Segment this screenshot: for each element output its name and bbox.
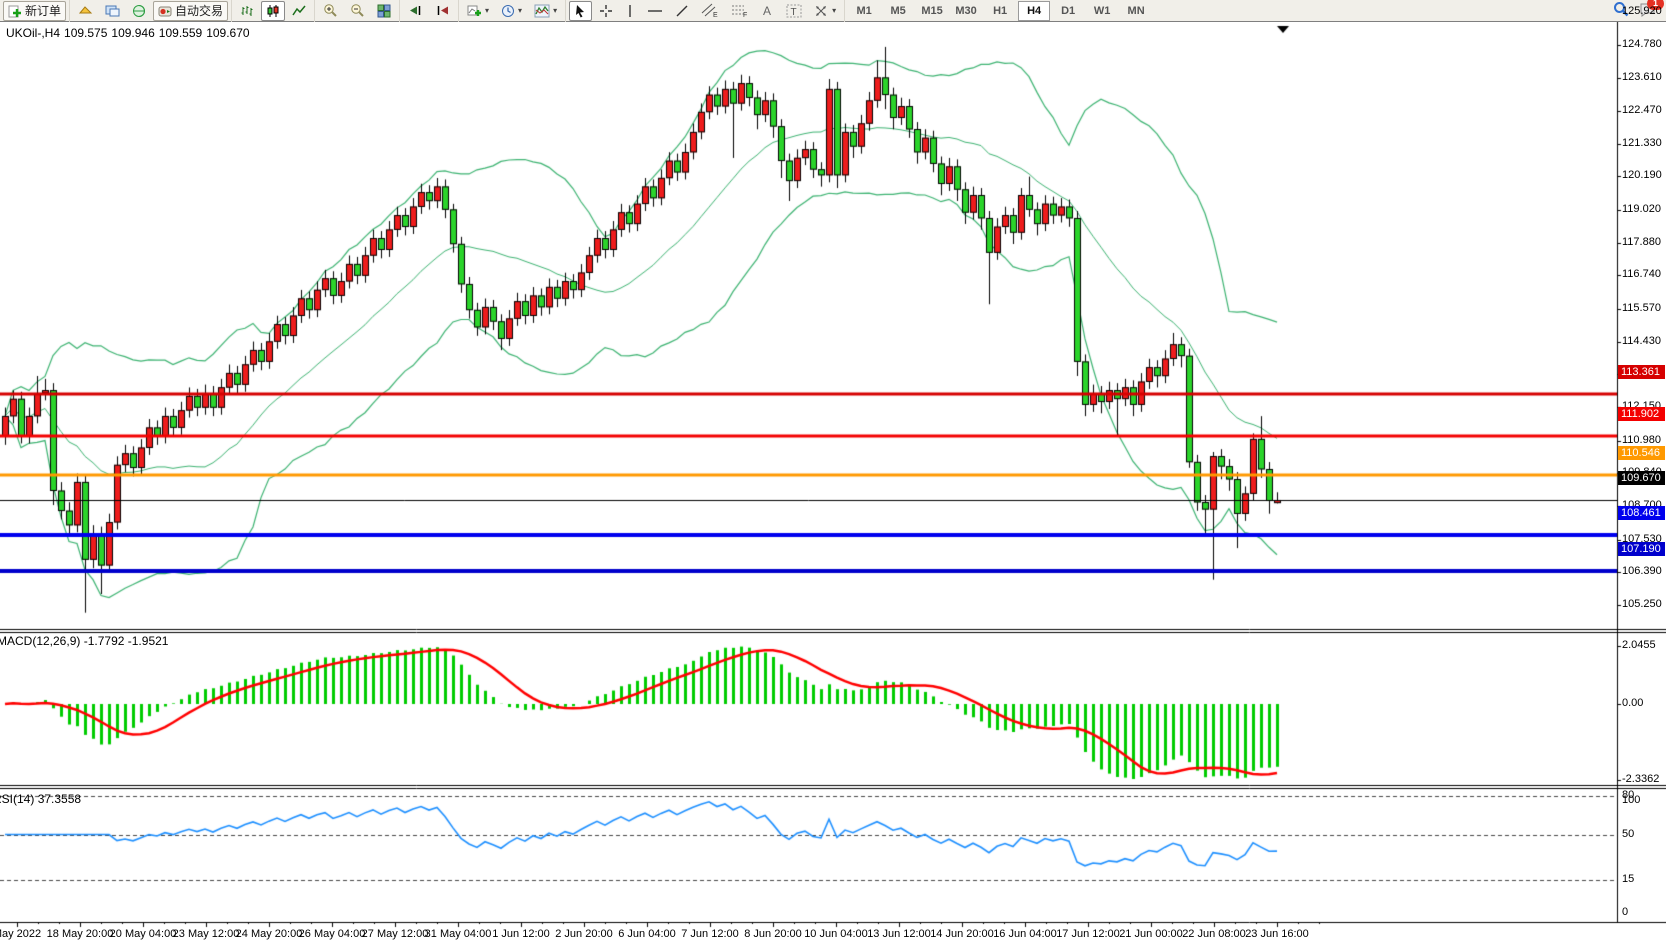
autotrading-icon (158, 4, 172, 18)
data-window-icon (105, 4, 120, 17)
trendline-tool-button[interactable] (670, 1, 694, 21)
fibonacci-tool-button[interactable]: F (726, 1, 754, 21)
svg-text:T: T (791, 7, 797, 18)
new-chart-button[interactable]: ▾ (462, 1, 494, 21)
arrows-icon (814, 4, 829, 18)
timeframe-button-m5[interactable]: M5 (882, 1, 914, 21)
chart-type-group (231, 0, 314, 22)
chat-button[interactable]: 1 (1639, 2, 1656, 20)
navigator-button[interactable] (127, 1, 151, 21)
candlestick-chart-icon (266, 4, 280, 18)
auto-scroll-button[interactable] (403, 1, 428, 21)
objects-group: ▾ ▾ ▾ (458, 0, 565, 22)
zoom-in-icon (323, 3, 338, 18)
chart-canvas[interactable] (0, 22, 1666, 941)
bar-chart-button[interactable] (235, 1, 259, 21)
crosshair-icon (599, 4, 613, 18)
line-chart-icon (292, 4, 306, 18)
indicators-caret-icon: ▾ (553, 7, 557, 15)
zoom-group (314, 0, 399, 22)
tile-windows-button[interactable] (372, 1, 396, 21)
autotrading-label: 自动交易 (175, 2, 223, 19)
vertical-line-tool-button[interactable] (620, 1, 640, 21)
horizontal-line-icon (647, 6, 663, 16)
text-label-tool-button[interactable]: T (781, 1, 807, 21)
timeframe-button-m1[interactable]: M1 (848, 1, 880, 21)
equidistant-channel-icon: E (701, 3, 719, 18)
new-order-label: 新订单 (25, 2, 61, 19)
svg-text:E: E (713, 12, 718, 18)
clock-icon (501, 4, 515, 18)
zoom-in-button[interactable] (318, 1, 343, 21)
new-order-icon (8, 4, 22, 18)
text-tool-button[interactable]: A (756, 1, 779, 21)
fibonacci-icon: F (731, 3, 749, 18)
navigator-icon (132, 4, 146, 18)
candlestick-chart-button[interactable] (261, 1, 285, 21)
panels-group: 自动交易 (69, 0, 231, 22)
timeframe-button-m15[interactable]: M15 (916, 1, 948, 21)
timeframe-button-d1[interactable]: D1 (1052, 1, 1084, 21)
crosshair-tool-button[interactable] (594, 1, 618, 21)
horizontal-line-tool-button[interactable] (642, 1, 668, 21)
timeframe-button-mn[interactable]: MN (1120, 1, 1152, 21)
periods-caret-icon: ▾ (518, 7, 522, 15)
market-watch-button[interactable] (73, 1, 98, 21)
data-window-button[interactable] (100, 1, 125, 21)
new-order-button[interactable]: 新订单 (3, 1, 66, 21)
bar-chart-icon (240, 4, 254, 18)
indicators-button[interactable]: ▾ (529, 1, 562, 21)
svg-text:F: F (743, 12, 747, 18)
chart-shift-icon (435, 4, 450, 17)
trendline-icon (675, 4, 689, 18)
timeframe-button-h4[interactable]: H4 (1018, 1, 1050, 21)
arrows-caret-icon: ▾ (832, 7, 836, 15)
channel-tool-button[interactable]: E (696, 1, 724, 21)
new-chart-caret-icon: ▾ (485, 7, 489, 15)
new-chart-icon (467, 4, 482, 18)
timeframe-group: M1M5M15M30H1H4D1W1MN (844, 0, 1155, 22)
toolbar-right-group: 1 (1613, 1, 1666, 20)
zoom-out-icon (350, 3, 365, 18)
chart-shift-button[interactable] (430, 1, 455, 21)
scroll-group (399, 0, 458, 22)
autotrading-button[interactable]: 自动交易 (153, 1, 228, 21)
cursor-icon (574, 4, 587, 18)
svg-text:A: A (763, 4, 771, 17)
periods-button[interactable]: ▾ (496, 1, 527, 21)
timeframe-button-w1[interactable]: W1 (1086, 1, 1118, 21)
text-label-icon: T (786, 4, 802, 18)
text-icon: A (761, 4, 774, 17)
order-group: 新订单 (0, 0, 69, 22)
arrows-tool-button[interactable]: ▾ (809, 1, 841, 21)
tile-windows-icon (377, 4, 391, 18)
market-watch-icon (78, 4, 93, 17)
auto-scroll-icon (408, 4, 423, 17)
timeframe-button-h1[interactable]: H1 (984, 1, 1016, 21)
chart-window: UKOil-,H4109.575109.946109.559109.670 MA… (0, 22, 1666, 941)
main-toolbar: 新订单 自动交易 ▾ ▾ ▾ E F A T ▾ (0, 0, 1666, 22)
line-chart-button[interactable] (287, 1, 311, 21)
indicators-icon (534, 4, 550, 18)
chat-badge: 1 (1647, 0, 1664, 10)
timeframe-button-m30[interactable]: M30 (950, 1, 982, 21)
search-button[interactable] (1613, 1, 1629, 20)
zoom-out-button[interactable] (345, 1, 370, 21)
vertical-line-icon (625, 4, 635, 18)
drawing-tools-group: E F A T ▾ (565, 0, 844, 22)
cursor-tool-button[interactable] (569, 1, 592, 21)
